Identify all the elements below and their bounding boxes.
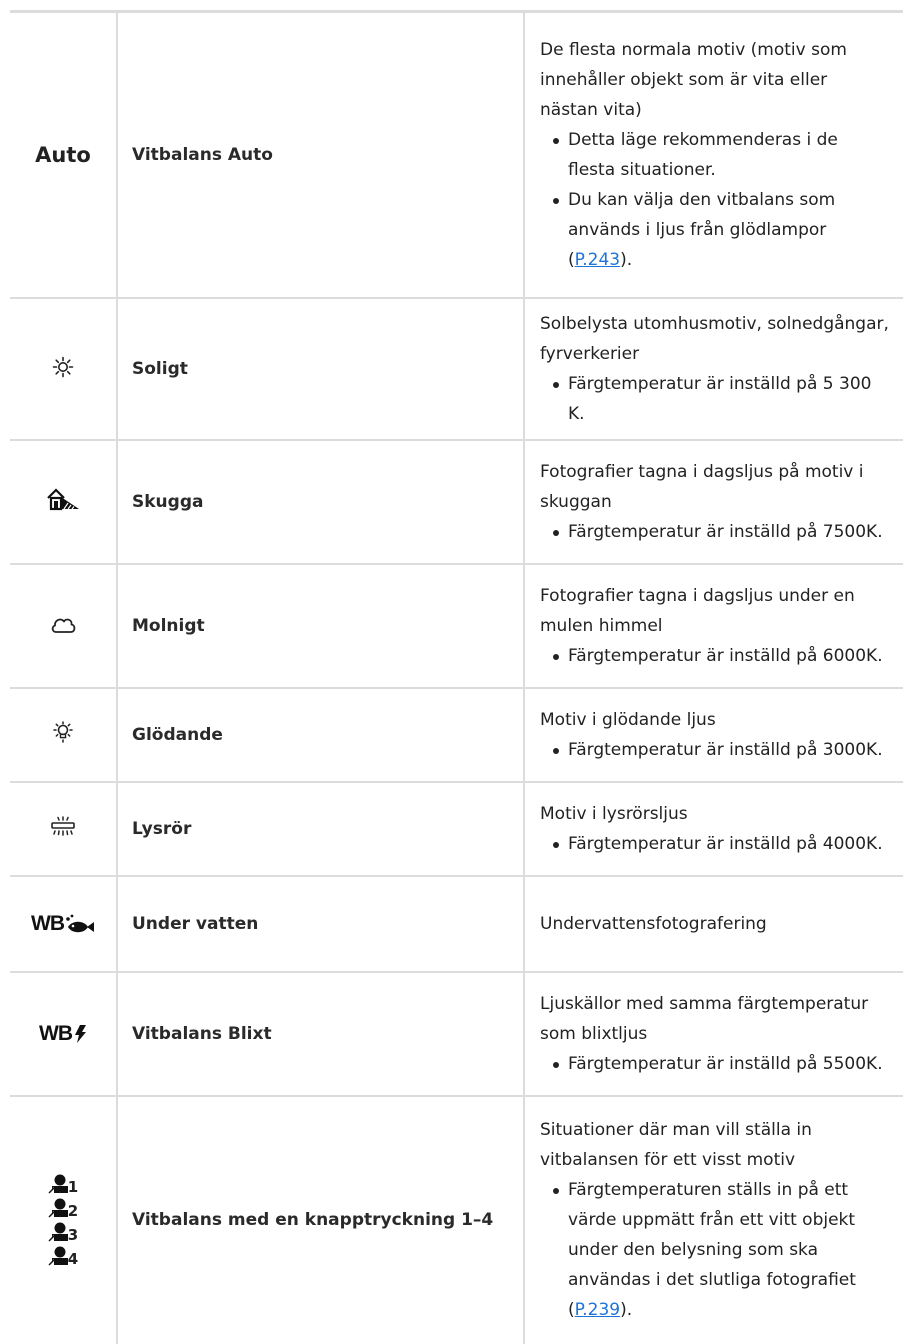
one-touch-wb-icon: 3 (47, 1222, 78, 1243)
fluorescent-icon (50, 815, 76, 842)
mode-name-cell: Vitbalans Auto (117, 10, 525, 299)
mode-label: Vitbalans Auto (132, 144, 273, 165)
mode-icon-cell (10, 780, 118, 877)
description-text: Ljuskällor med samma färgtemperatur som … (540, 993, 869, 1044)
mode-icon-cell (10, 686, 118, 783)
description-cell: Ljuskällor med samma färgtemperatur som … (524, 970, 903, 1097)
table-row: 1 2 3 4 Vitbalans med en knapptryckning … (10, 1094, 903, 1344)
mode-label: Soligt (132, 358, 188, 379)
cloud-icon (50, 614, 76, 638)
bullet-list: Detta läge rekommenderas i de flesta sit… (540, 125, 889, 275)
incandescent-icon (51, 720, 75, 749)
mode-name-cell: Lysrör (117, 780, 525, 877)
table-row: Lysrör Motiv i lysrörsljus Färgtemperatu… (10, 780, 903, 877)
bullet-item: Färgtemperatur är inställd på 3000K. (540, 735, 889, 765)
mode-name-cell: Skugga (117, 438, 525, 565)
table-row: WB Vitbalans Blixt Ljuskällor med samma … (10, 970, 903, 1097)
mode-label: Molnigt (132, 615, 205, 636)
description-cell: Situationer där man vill ställa in vitba… (524, 1094, 903, 1344)
bullet-item: Färgtemperatur är inställd på 7500K. (540, 517, 889, 547)
bullet-item: Färgtemperatur är inställd på 5500K. (540, 1049, 889, 1079)
flash-wb-icon: WB (39, 1022, 87, 1046)
description-cell: Motiv i glödande ljus Färgtemperatur är … (524, 686, 903, 783)
mode-name-cell: Soligt (117, 296, 525, 441)
mode-label: Lysrör (132, 818, 192, 839)
mode-icon-cell: WB (10, 970, 118, 1097)
mode-icon-cell (10, 562, 118, 689)
bullet-list: Färgtemperatur är inställd på 5 300 K. (540, 369, 889, 429)
mode-label: Skugga (132, 491, 204, 512)
description-cell: Solbelysta utomhusmotiv, solnedgångar, f… (524, 296, 903, 441)
mode-name-cell: Under vatten (117, 874, 525, 973)
bullet-list: Färgtemperaturen ställs in på ett värde … (540, 1175, 889, 1325)
table-row: WB Under vatten Undervattensfotograferin… (10, 874, 903, 973)
bullet-item: Färgtemperatur är inställd på 4000K. (540, 829, 889, 859)
bullet-list: Färgtemperatur är inställd på 3000K. (540, 735, 889, 765)
bullet-item: Färgtemperaturen ställs in på ett värde … (540, 1175, 889, 1325)
white-balance-table: Auto Vitbalans Auto De flesta normala mo… (10, 10, 903, 1344)
mode-label: Under vatten (132, 913, 259, 934)
mode-label: Vitbalans Blixt (132, 1023, 272, 1044)
auto-text-icon: Auto (35, 142, 91, 167)
description-text: De flesta normala motiv (motiv som inneh… (540, 39, 847, 120)
table-row: Skugga Fotografier tagna i dagsljus på m… (10, 438, 903, 565)
bullet-list: Färgtemperatur är inställd på 5500K. (540, 1049, 889, 1079)
description-text: Motiv i lysrörsljus (540, 803, 688, 824)
description-cell: Fotografier tagna i dagsljus på motiv i … (524, 438, 903, 565)
table-row: Auto Vitbalans Auto De flesta normala mo… (10, 10, 903, 299)
mode-icon-cell: Auto (10, 10, 118, 299)
bullet-item: Färgtemperatur är inställd på 5 300 K. (540, 369, 889, 429)
mode-name-cell: Vitbalans Blixt (117, 970, 525, 1097)
mode-icon-cell (10, 296, 118, 441)
description-cell: Undervattensfotografering (524, 874, 903, 973)
shade-icon (46, 487, 80, 516)
mode-icon-cell: WB (10, 874, 118, 973)
page-reference-link[interactable]: P.243 (575, 250, 620, 270)
bullet-item: Detta läge rekommenderas i de flesta sit… (540, 125, 889, 185)
mode-label: Glödande (132, 724, 223, 745)
sun-icon (52, 356, 74, 382)
description-cell: De flesta normala motiv (motiv som inneh… (524, 10, 903, 299)
underwater-wb-icon: WB (31, 912, 95, 936)
bullet-item: Du kan välja den vitbalans som används i… (540, 185, 889, 275)
bullet-item: Färgtemperatur är inställd på 6000K. (540, 641, 889, 671)
table-row: Molnigt Fotografier tagna i dagsljus und… (10, 562, 903, 689)
description-text: Motiv i glödande ljus (540, 709, 716, 730)
one-touch-wb-icon: 2 (47, 1198, 78, 1219)
description-text: Fotografier tagna i dagsljus under en mu… (540, 585, 855, 636)
table-row: Soligt Solbelysta utomhusmotiv, solnedgå… (10, 296, 903, 441)
one-touch-wb-icon: 4 (47, 1246, 78, 1267)
mode-name-cell: Glödande (117, 686, 525, 783)
page-reference-link[interactable]: P.239 (575, 1300, 620, 1320)
description-text: Fotografier tagna i dagsljus på motiv i … (540, 461, 864, 512)
bullet-list: Färgtemperatur är inställd på 4000K. (540, 829, 889, 859)
mode-icon-cell: 1 2 3 4 (10, 1094, 118, 1344)
table-row: Glödande Motiv i glödande ljus Färgtempe… (10, 686, 903, 783)
mode-name-cell: Vitbalans med en knapptryckning 1–4 (117, 1094, 525, 1344)
description-cell: Motiv i lysrörsljus Färgtemperatur är in… (524, 780, 903, 877)
description-cell: Fotografier tagna i dagsljus under en mu… (524, 562, 903, 689)
description-text: Undervattensfotografering (540, 913, 767, 934)
mode-name-cell: Molnigt (117, 562, 525, 689)
bullet-list: Färgtemperatur är inställd på 7500K. (540, 517, 889, 547)
one-touch-wb-icon: 1 (47, 1174, 78, 1195)
description-text: Solbelysta utomhusmotiv, solnedgångar, f… (540, 313, 889, 364)
mode-icon-cell (10, 438, 118, 565)
description-text: Situationer där man vill ställa in vitba… (540, 1120, 812, 1170)
mode-label: Vitbalans med en knapptryckning 1–4 (132, 1210, 494, 1230)
bullet-list: Färgtemperatur är inställd på 6000K. (540, 641, 889, 671)
